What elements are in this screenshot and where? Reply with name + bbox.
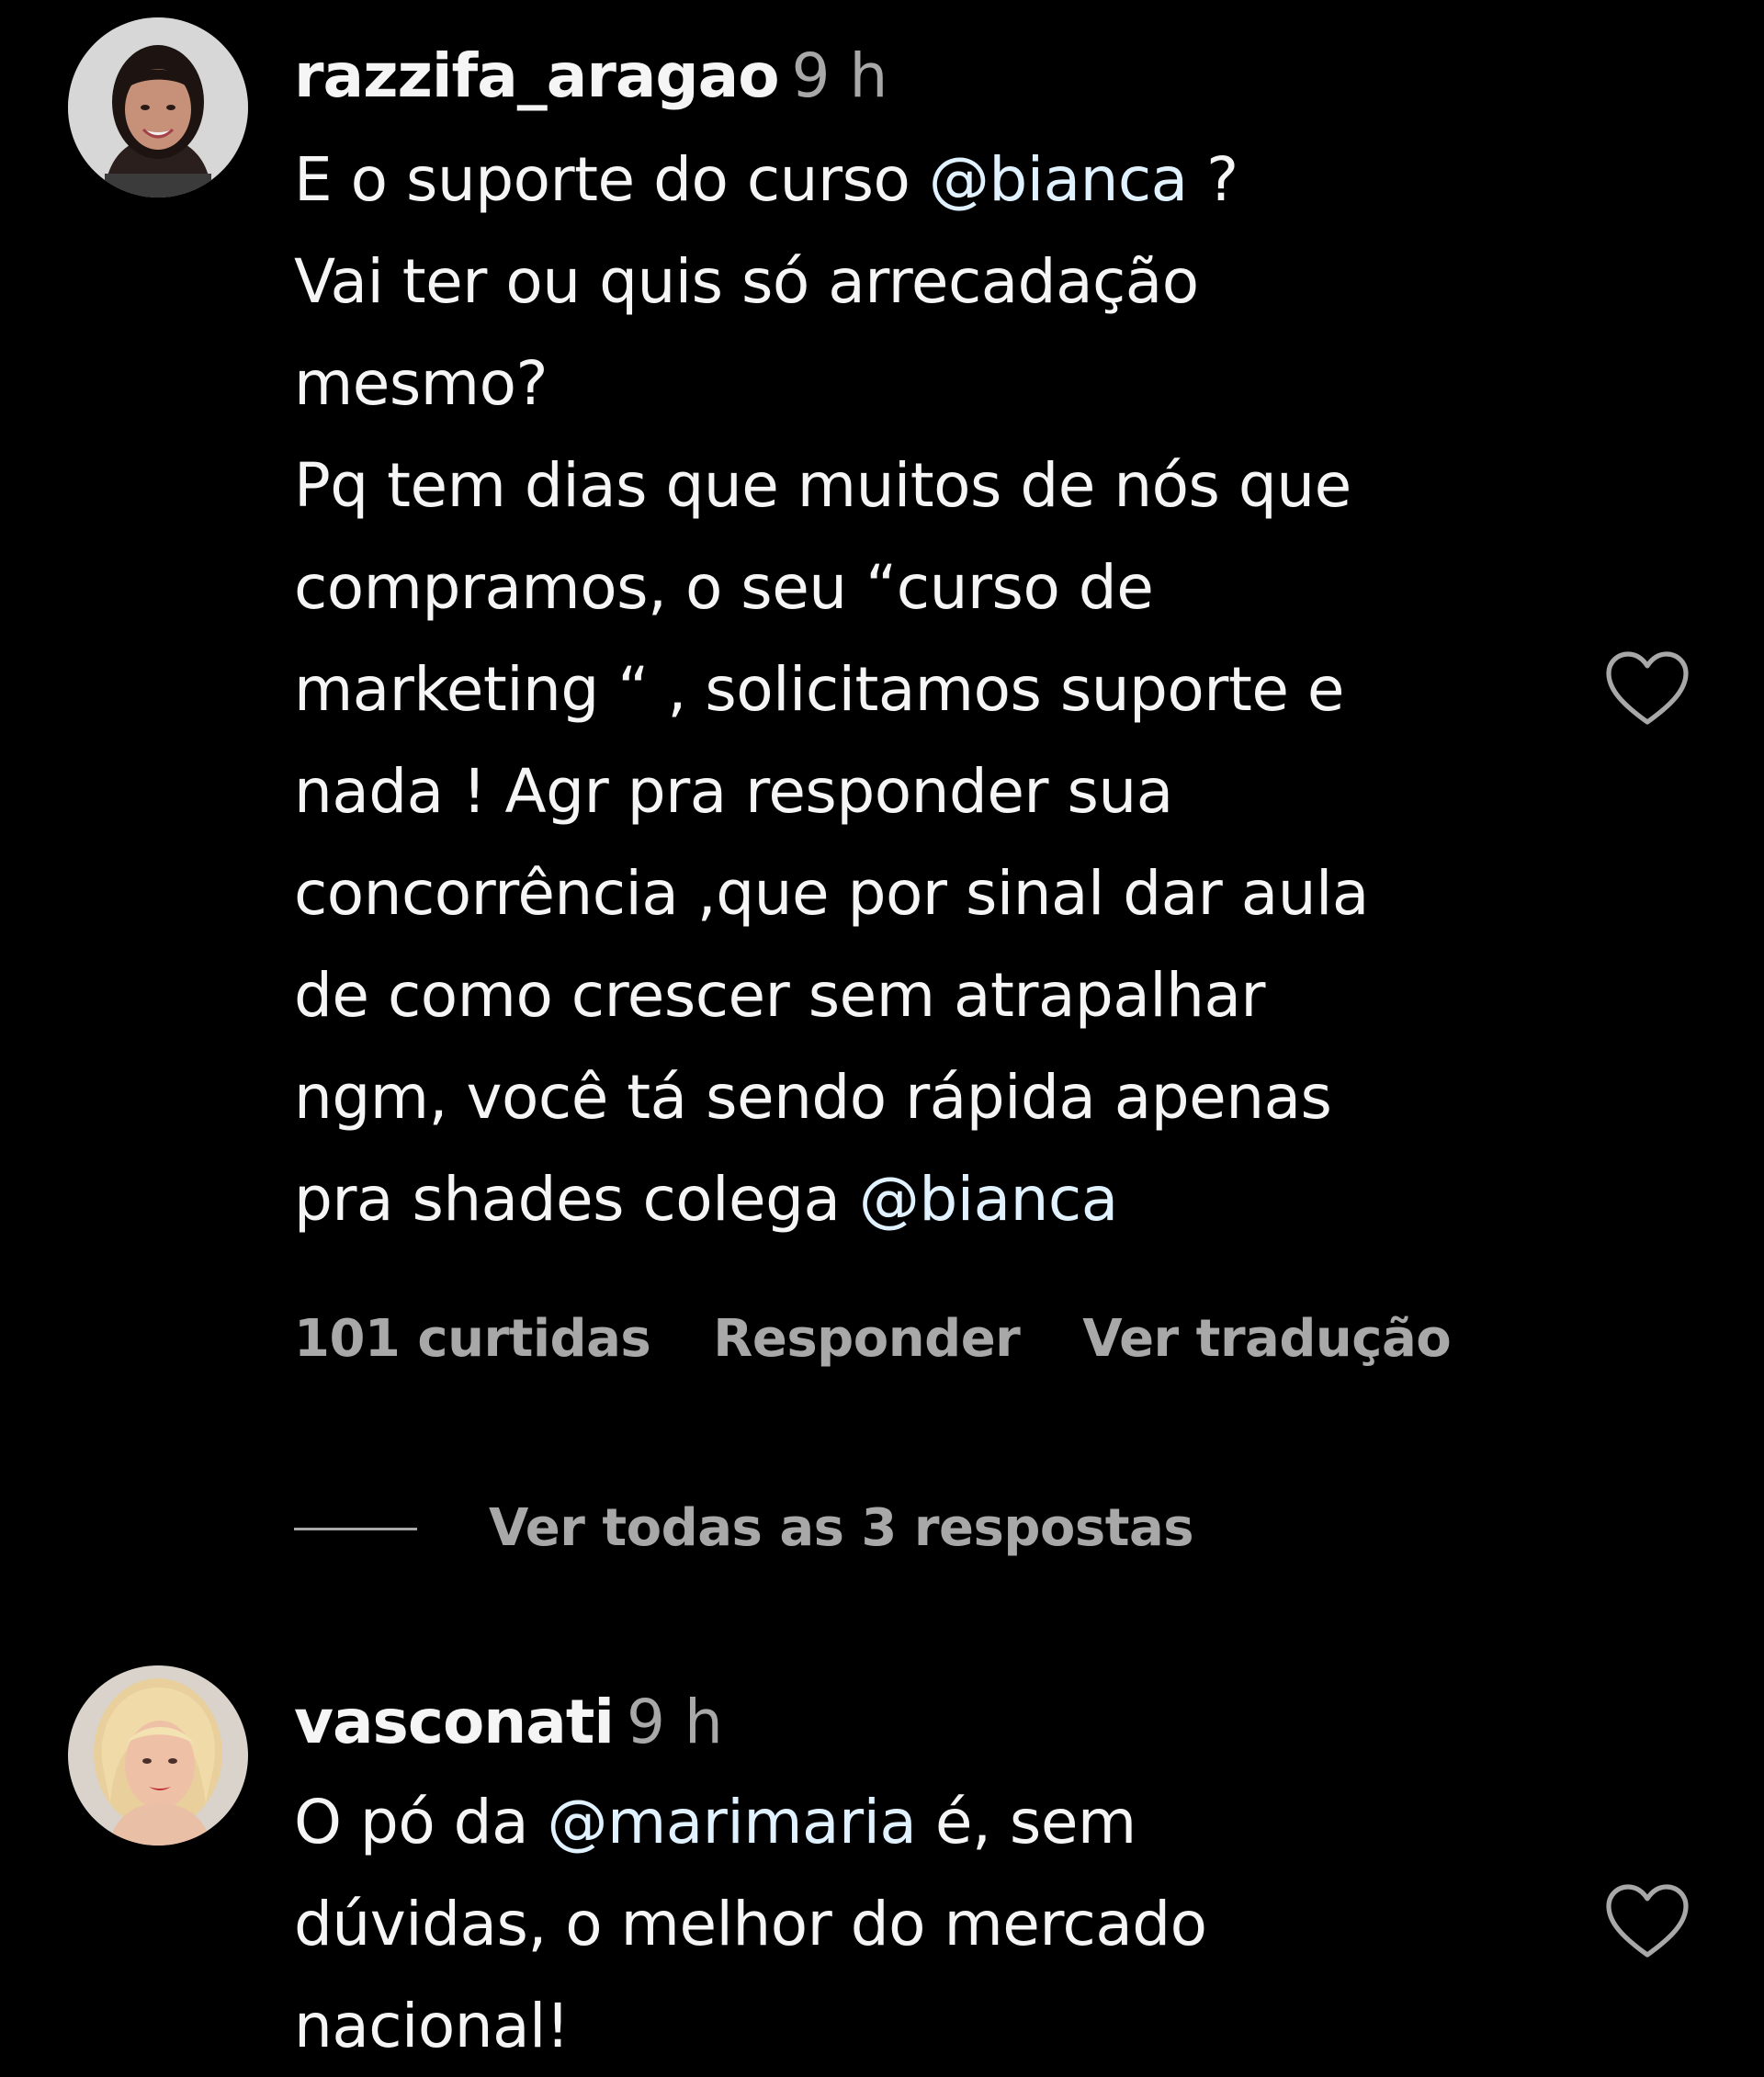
timestamp[interactable]: 9 h <box>792 40 888 111</box>
heart-outline-icon[interactable] <box>1603 649 1691 729</box>
comment-line: nada ! Agr pra responder sua <box>294 756 1173 827</box>
avatar-photo-icon <box>68 17 248 198</box>
reply-button[interactable]: Responder <box>713 1309 1021 1369</box>
view-replies-button[interactable]: Ver todas as 3 respostas <box>294 1503 1194 1554</box>
mention-link[interactable]: @marimaria <box>548 1787 917 1857</box>
mention-link[interactable]: @bianca <box>859 1164 1118 1235</box>
heart-outline-icon[interactable] <box>1603 1881 1691 1962</box>
comment-line: Pq tem dias que muitos de nós que <box>294 450 1351 521</box>
comment-line: pra shades colega @bianca <box>294 1148 1580 1250</box>
likes-count[interactable]: 101 curtidas <box>294 1309 651 1369</box>
comment-line: marketing “ , solicitamos suporte e <box>294 654 1345 725</box>
comment-line: ngm, você tá sendo rápida apenas <box>294 1062 1332 1133</box>
comment-header: razzifa_aragao 9 h <box>294 46 888 107</box>
view-replies-label: Ver todas as 3 respostas <box>489 1498 1194 1558</box>
comment-actions: 101 curtidas Responder Ver tradução <box>294 1314 1513 1365</box>
username[interactable]: razzifa_aragao <box>294 40 780 111</box>
mention-link[interactable]: @bianca <box>929 144 1188 215</box>
text-run: E o suporte do curso <box>294 144 929 215</box>
text-run: O pó da <box>294 1787 548 1857</box>
comment-line: nacional! <box>294 1991 570 2061</box>
text-run: é, sem <box>916 1787 1136 1857</box>
comment-line: O pó da @marimaria é, sem <box>294 1771 1580 1873</box>
comment-line: de como crescer sem atrapalhar <box>294 960 1266 1031</box>
text-run: ? <box>1187 144 1238 215</box>
replies-divider <box>294 1527 417 1530</box>
comment-line: concorrência ,que por sinal dar aula <box>294 858 1369 929</box>
comment-line: Vai ter ou quis só arrecadação <box>294 246 1199 317</box>
avatar[interactable] <box>68 17 248 198</box>
comment-line: compramos, o seu “curso de <box>294 552 1154 623</box>
timestamp[interactable]: 9 h <box>627 1687 723 1757</box>
comment-header: vasconati 9 h <box>294 1692 723 1753</box>
text-run: pra shades colega <box>294 1164 859 1235</box>
comment-text: O pó da @marimaria é, sem dúvidas, o mel… <box>294 1771 1580 2077</box>
avatar[interactable] <box>68 1665 248 1846</box>
comment-line: dúvidas, o melhor do mercado <box>294 1889 1207 1959</box>
see-translation-button[interactable]: Ver tradução <box>1082 1309 1451 1369</box>
comment-line: E o suporte do curso @bianca ? <box>294 129 1580 231</box>
avatar-photo-icon <box>68 1665 248 1846</box>
comment-line: mesmo? <box>294 348 548 419</box>
comment-text: E o suporte do curso @bianca ? Vai ter o… <box>294 129 1580 1250</box>
username[interactable]: vasconati <box>294 1687 615 1757</box>
